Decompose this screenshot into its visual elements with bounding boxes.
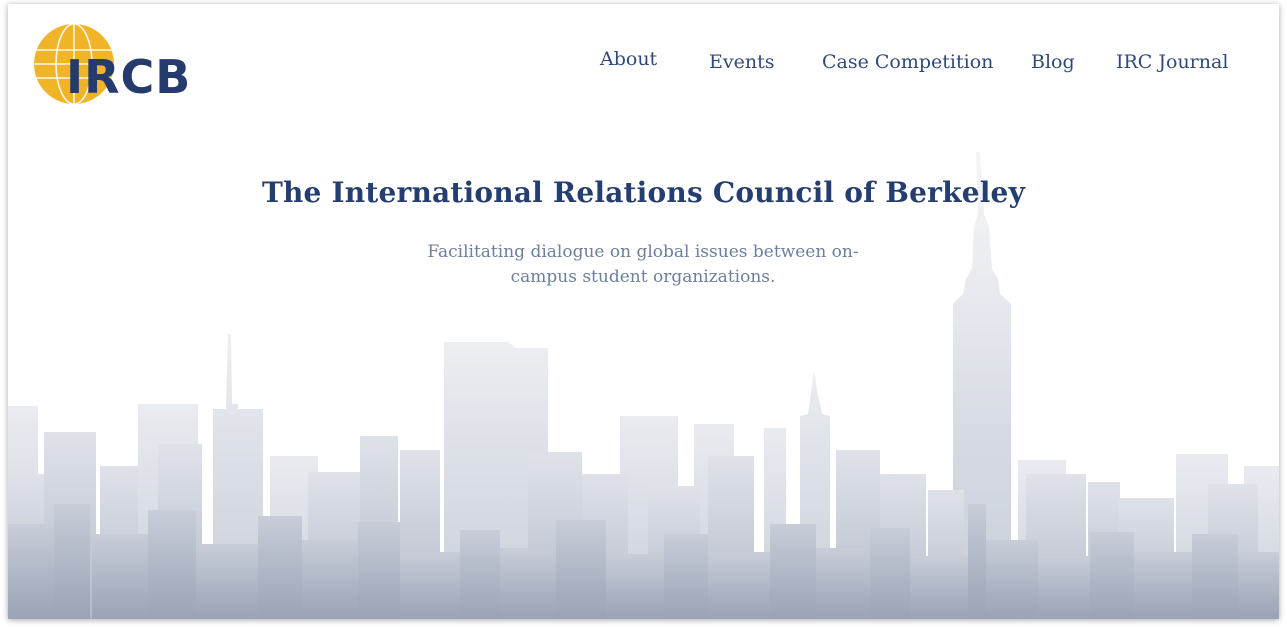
main-nav: About Events Case Competition Blog IRC J… [8, 48, 1279, 81]
page-frame: IRCB About Events Case Competition Blog … [8, 4, 1279, 619]
hero-title: The International Relations Council of B… [261, 176, 1026, 209]
nav-item-irc-journal[interactable]: IRC Journal [1116, 51, 1228, 73]
nav-item-events[interactable]: Events [709, 51, 774, 73]
hero-subtitle: Facilitating dialogue on global issues b… [427, 242, 859, 287]
nav-item-case-competition[interactable]: Case Competition [822, 51, 993, 73]
nav-item-about[interactable]: About [600, 48, 657, 70]
site-header: IRCB About Events Case Competition Blog … [8, 4, 1279, 114]
nav-item-blog[interactable]: Blog [1031, 51, 1075, 73]
